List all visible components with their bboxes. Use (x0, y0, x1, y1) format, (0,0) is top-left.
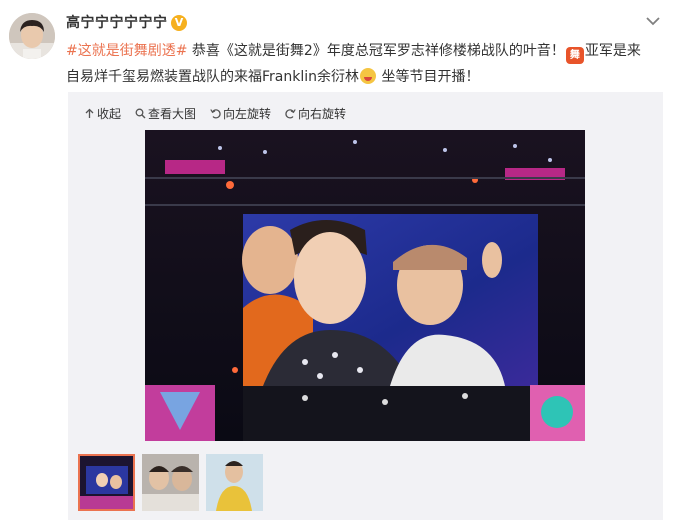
rotate-right-label: 向右旋转 (298, 106, 347, 121)
main-photo[interactable] (145, 130, 585, 441)
collapse-button[interactable]: 收起 (84, 103, 121, 123)
hashtag-link[interactable]: #这就是街舞剧透# (66, 43, 187, 59)
post-text: #这就是街舞剧透# 恭喜《这就是街舞2》年度总冠军罗志祥修楼梯战队的叶音！舞亚军… (66, 38, 666, 90)
thumbnail-2[interactable] (142, 454, 199, 511)
thumbnail-3[interactable] (206, 454, 263, 511)
rotate-left-button[interactable]: 向左旋转 (210, 103, 271, 123)
rotate-right-button[interactable]: 向右旋转 (285, 103, 346, 123)
post-text-line1: 恭喜《这就是街舞2》年度总冠军罗志祥修楼梯战队的叶音！ (187, 43, 565, 59)
search-icon (135, 108, 146, 118)
thumbnail-strip (78, 454, 270, 514)
rotate-left-label: 向左旋转 (223, 106, 272, 121)
post-text-line2: 自易烊千玺易燃装置战队的来福Franklin余衍林 (66, 69, 360, 85)
view-large-label: 查看大图 (148, 106, 197, 121)
rotate-left-icon (210, 108, 221, 119)
view-large-button[interactable]: 查看大图 (135, 103, 196, 123)
grinning-emoji-icon (360, 68, 377, 84)
media-viewer: 收起 查看大图 向左旋转 向右旋转 (68, 92, 663, 520)
post-text-line2-tail: 坐等节目开播！ (377, 69, 480, 85)
collapse-label: 收起 (97, 106, 122, 121)
verified-badge-icon: V (171, 15, 187, 31)
arrow-up-icon (85, 108, 94, 118)
rotate-right-icon (285, 108, 296, 119)
post-text-line1-tail: 亚军是来 (584, 43, 641, 59)
dance-badge-icon: 舞 (565, 47, 584, 64)
avatar[interactable] (9, 13, 55, 59)
thumbnail-1[interactable] (78, 454, 135, 511)
weibo-post: 高宁宁宁宁宁宁 V #这就是街舞剧透# 恭喜《这就是街舞2》年度总冠军罗志祥修楼… (0, 0, 681, 525)
chevron-down-icon[interactable] (646, 16, 660, 26)
username[interactable]: 高宁宁宁宁宁宁 (66, 13, 168, 33)
media-toolbar: 收起 查看大图 向左旋转 向右旋转 (84, 103, 360, 123)
